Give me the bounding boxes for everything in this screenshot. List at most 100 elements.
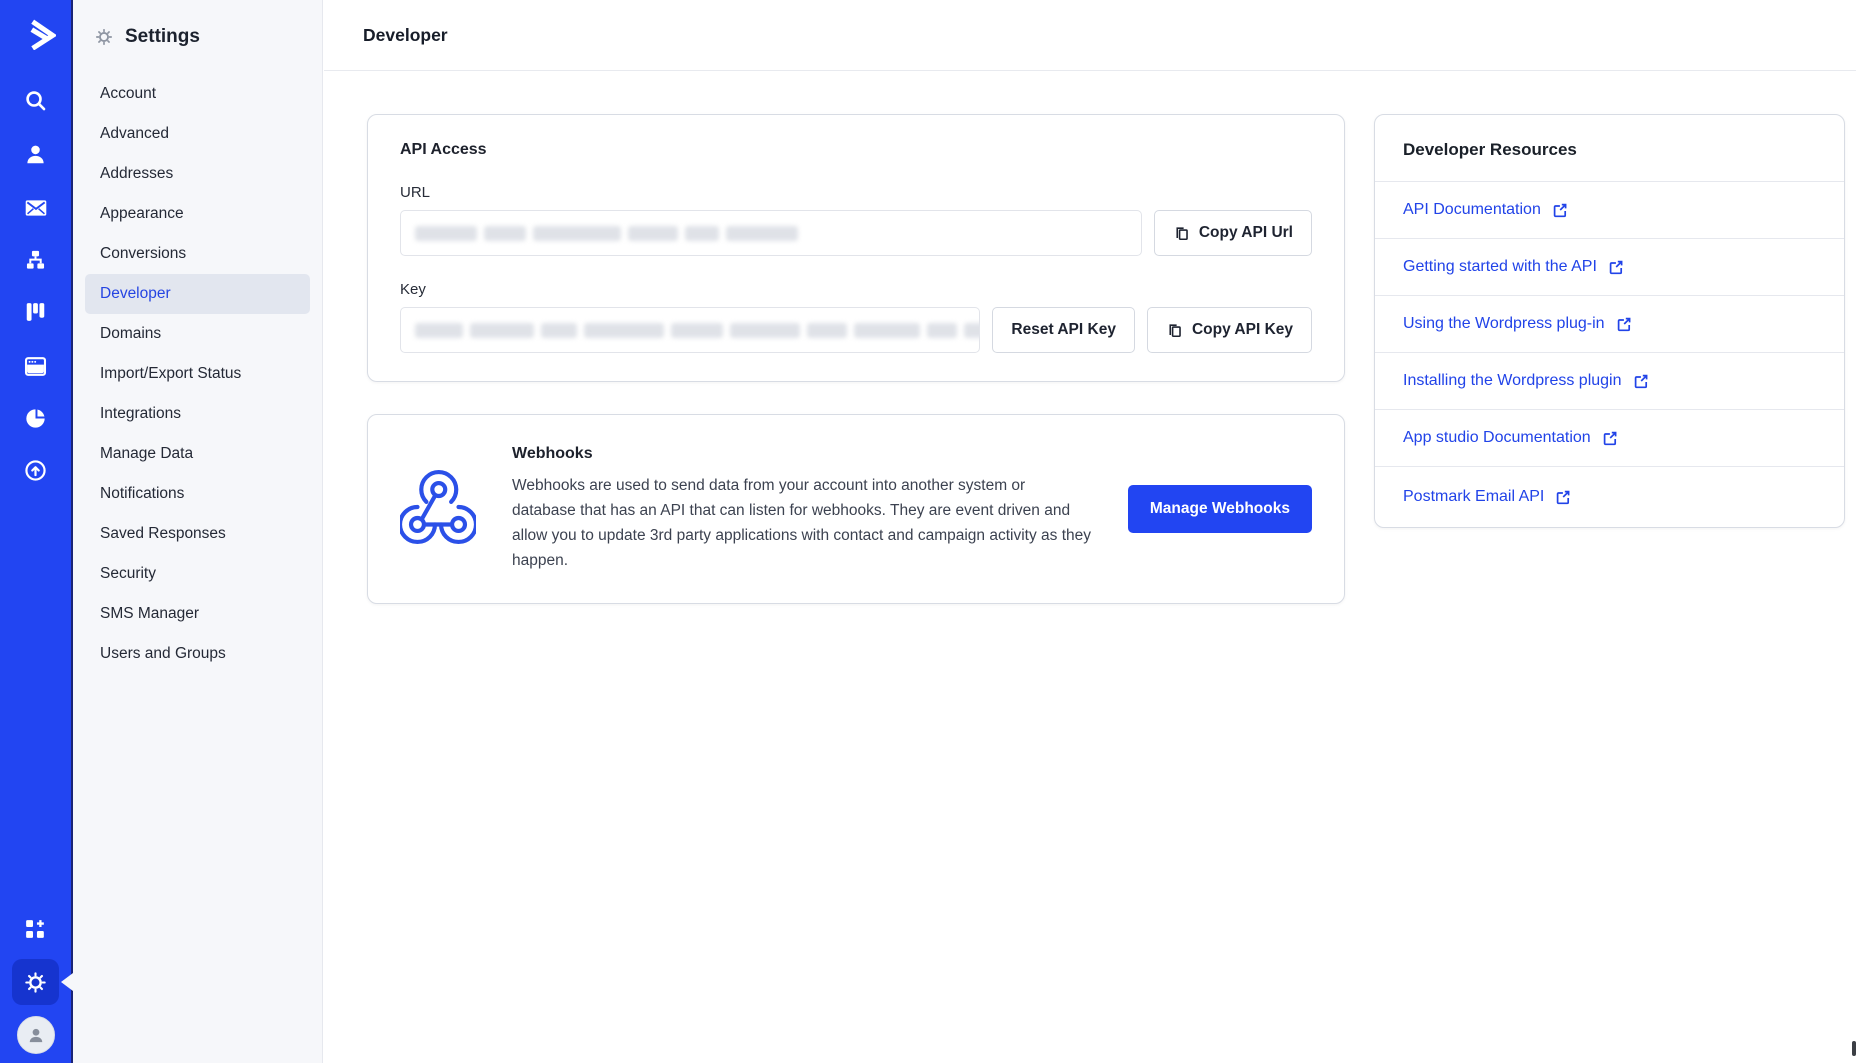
api-key-input[interactable]: [400, 307, 980, 353]
site-window-icon[interactable]: [0, 354, 71, 379]
sidebar-item-account[interactable]: Account: [85, 74, 310, 114]
resource-link-label: Using the Wordpress plug-in: [1403, 315, 1605, 333]
copy-api-key-button[interactable]: Copy API Key: [1147, 307, 1312, 353]
api-access-title: API Access: [400, 141, 1312, 159]
external-link-icon: [1552, 202, 1568, 218]
sidebar-item-users-and-groups[interactable]: Users and Groups: [85, 634, 310, 674]
sidebar-item-security[interactable]: Security: [85, 554, 310, 594]
webhooks-description: Webhooks are used to send data from your…: [512, 473, 1092, 573]
external-link-icon: [1602, 430, 1618, 446]
sidebar-item-label: Import/Export Status: [100, 365, 241, 383]
resource-link-installing-the-wordpress-plugin[interactable]: Installing the Wordpress plugin: [1403, 372, 1649, 390]
sidebar-item-saved-responses[interactable]: Saved Responses: [85, 514, 310, 554]
sidebar-item-developer[interactable]: Developer: [85, 274, 310, 314]
settings-gear-icon: [24, 971, 47, 994]
copy-icon: [1173, 225, 1190, 242]
developer-resources-card: Developer Resources API Documentation Ge…: [1374, 114, 1845, 528]
sidebar-item-label: Conversions: [100, 245, 186, 263]
resource-row-getting-started-with-the-api[interactable]: Getting started with the API: [1375, 239, 1844, 296]
resource-link-getting-started-with-the-api[interactable]: Getting started with the API: [1403, 258, 1624, 276]
external-link-icon: [1633, 373, 1649, 389]
resources-list: API Documentation Getting started with t…: [1375, 182, 1844, 527]
url-label: URL: [400, 184, 1312, 201]
left-column: API Access URL: [367, 114, 1345, 604]
sidebar-item-notifications[interactable]: Notifications: [85, 474, 310, 514]
automations-sitemap-icon[interactable]: [0, 248, 71, 273]
sidebar-item-label: Addresses: [100, 165, 173, 183]
sidebar-item-appearance[interactable]: Appearance: [85, 194, 310, 234]
sidebar-item-label: SMS Manager: [100, 605, 199, 623]
sidebar-item-label: Users and Groups: [100, 645, 226, 663]
sidebar-item-domains[interactable]: Domains: [85, 314, 310, 354]
sidebar-nav: Account Advanced Addresses Appearance Conver…: [73, 48, 322, 674]
sidebar-item-import-export-status[interactable]: Import/Export Status: [85, 354, 310, 394]
resource-link-label: API Documentation: [1403, 201, 1541, 219]
resource-row-postmark-email-api[interactable]: Postmark Email API: [1375, 467, 1844, 527]
sidebar-item-label: Developer: [100, 285, 171, 303]
webhook-text: Webhooks Webhooks are used to send data …: [512, 445, 1092, 573]
page-title: Developer: [363, 25, 448, 46]
external-link-icon: [1555, 489, 1571, 505]
sidebar-item-label: Advanced: [100, 125, 169, 143]
app-window: Settings Account Advanced Addresses Appeara…: [0, 0, 1856, 1063]
resources-title: Developer Resources: [1375, 115, 1844, 182]
url-row: Copy API Url: [400, 210, 1312, 256]
resource-row-installing-the-wordpress-plugin[interactable]: Installing the Wordpress plugin: [1375, 353, 1844, 410]
resource-row-api-documentation[interactable]: API Documentation: [1375, 182, 1844, 239]
gear-icon: [95, 28, 113, 46]
sidebar-item-sms-manager[interactable]: SMS Manager: [85, 594, 310, 634]
user-avatar[interactable]: [17, 1016, 55, 1054]
sidebar-item-label: Integrations: [100, 405, 181, 423]
reports-pie-icon[interactable]: [0, 406, 71, 431]
sidebar-item-label: Manage Data: [100, 445, 193, 463]
sidebar-item-addresses[interactable]: Addresses: [85, 154, 310, 194]
key-row: Reset API Key Copy API Key: [400, 307, 1312, 353]
resource-row-using-the-wordpress-plug-in[interactable]: Using the Wordpress plug-in: [1375, 296, 1844, 353]
sidebar-item-integrations[interactable]: Integrations: [85, 394, 310, 434]
key-label: Key: [400, 281, 1312, 298]
campaigns-envelope-icon[interactable]: [0, 195, 71, 221]
active-section-notch: [61, 973, 73, 991]
resource-link-api-documentation[interactable]: API Documentation: [1403, 201, 1568, 219]
sidebar-item-advanced[interactable]: Advanced: [85, 114, 310, 154]
apps-add-icon[interactable]: [0, 917, 71, 942]
copy-api-url-button[interactable]: Copy API Url: [1154, 210, 1312, 256]
settings-gear-active-tile[interactable]: [12, 959, 59, 1005]
person-icon: [25, 1024, 47, 1046]
sidebar-item-label: Notifications: [100, 485, 184, 503]
sidebar-item-label: Appearance: [100, 205, 184, 223]
sidebar-item-label: Saved Responses: [100, 525, 226, 543]
api-access-card: API Access URL: [367, 114, 1345, 382]
resource-link-app-studio-documentation[interactable]: App studio Documentation: [1403, 429, 1618, 447]
resource-link-label: Installing the Wordpress plugin: [1403, 372, 1622, 390]
upgrade-arrow-circle-icon[interactable]: [0, 458, 71, 483]
external-link-icon: [1616, 316, 1632, 332]
activecampaign-logo[interactable]: [0, 10, 71, 50]
webhook-icon: [400, 467, 476, 552]
webhooks-title: Webhooks: [512, 445, 1092, 463]
resource-link-label: Getting started with the API: [1403, 258, 1597, 276]
resource-link-postmark-email-api[interactable]: Postmark Email API: [1403, 488, 1571, 506]
search-icon[interactable]: [0, 88, 71, 113]
resource-link-label: App studio Documentation: [1403, 429, 1591, 447]
sidebar-item-conversions[interactable]: Conversions: [85, 234, 310, 274]
manage-webhooks-button[interactable]: Manage Webhooks: [1128, 485, 1312, 533]
sidebar-item-manage-data[interactable]: Manage Data: [85, 434, 310, 474]
icon-rail: [0, 0, 73, 1063]
sidebar-item-label: Security: [100, 565, 156, 583]
sidebar-item-label: Account: [100, 85, 156, 103]
settings-sidebar: Settings Account Advanced Addresses Appeara…: [73, 0, 323, 1063]
api-url-input[interactable]: [400, 210, 1142, 256]
resource-row-app-studio-documentation[interactable]: App studio Documentation: [1375, 410, 1844, 467]
scrollbar-thumb[interactable]: [1852, 1041, 1856, 1056]
copy-icon: [1166, 322, 1183, 339]
resource-link-label: Postmark Email API: [1403, 488, 1544, 506]
contacts-icon[interactable]: [0, 142, 71, 167]
sidebar-item-label: Domains: [100, 325, 161, 343]
sidebar-header: Settings: [73, 0, 322, 48]
resource-link-using-the-wordpress-plug-in[interactable]: Using the Wordpress plug-in: [1403, 315, 1632, 333]
deals-kanban-icon[interactable]: [0, 300, 71, 325]
page-header: Developer: [324, 0, 1856, 71]
reset-api-key-button[interactable]: Reset API Key: [992, 307, 1135, 353]
main-area: Developer API Access URL: [324, 0, 1856, 1063]
